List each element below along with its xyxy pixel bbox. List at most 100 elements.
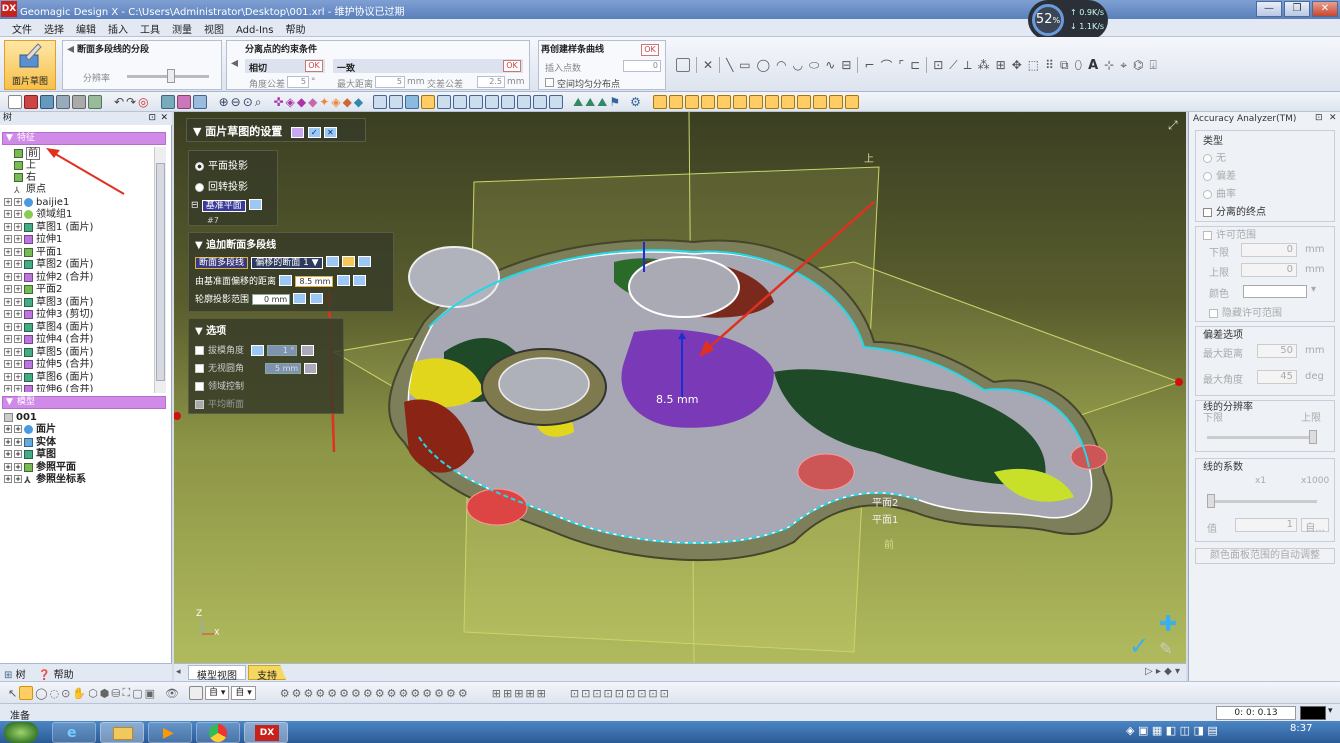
zoom-in-icon[interactable]: ⊖ (231, 95, 241, 109)
tree-item-plane1[interactable]: + + 平面1 (4, 247, 62, 259)
tabs-nav-icons[interactable]: ▷ ▸ ◆ ▾ (1145, 666, 1180, 677)
view-icon-5[interactable]: ✦ (319, 95, 329, 109)
line-count-slider[interactable] (1207, 500, 1317, 503)
maximize-button[interactable]: ❐ (1284, 1, 1310, 17)
extend-icon[interactable]: ⊡ (933, 58, 943, 72)
tab-support[interactable]: 支持 (248, 665, 286, 680)
tree-item-sketch3[interactable]: + + 草图3 (面片) (4, 297, 93, 309)
type-none-radio[interactable]: 无 (1203, 149, 1226, 164)
type-deviation-radio[interactable]: 偏差 (1203, 167, 1236, 182)
filter-tool-icon-5[interactable] (716, 95, 731, 109)
cancel-x-icon[interactable]: ✕ (323, 126, 337, 138)
filter-tool-icon-7[interactable] (748, 95, 763, 109)
select-poly-icon[interactable]: ◌ (50, 687, 60, 700)
resolution-slider-thumb[interactable] (167, 69, 175, 83)
filter-tool-icon-3[interactable] (684, 95, 699, 109)
cancel-brush-icon[interactable]: ✎ (1159, 639, 1172, 658)
tool-icon-19[interactable]: ⊞ (514, 687, 523, 700)
hide-tolerance-checkbox[interactable]: 隐藏许可范围 (1209, 304, 1282, 319)
line-resolution-slider[interactable] (1207, 436, 1317, 439)
tree-item-top[interactable]: 上 (14, 160, 36, 172)
filter-tool-icon-6[interactable] (732, 95, 747, 109)
ok-check-icon[interactable]: ✓ (307, 126, 321, 138)
max-distance-field[interactable]: 50 (1257, 344, 1297, 358)
line-icon[interactable]: ╲ (726, 58, 733, 72)
tangent-ok-button[interactable]: OK (305, 60, 323, 72)
view-icon-6[interactable]: ◈ (331, 95, 340, 109)
select-arrow-icon[interactable]: ↖ (8, 687, 17, 700)
select-fill-icon[interactable]: ⬡ (88, 687, 98, 700)
tree-item-extrude5[interactable]: + + 拉伸5 (合并) (4, 359, 93, 371)
offset-ruler-icon[interactable] (336, 275, 350, 286)
line-count-thumb[interactable] (1207, 494, 1215, 508)
model-item-solid[interactable]: + + 实体 (4, 437, 56, 449)
filter-tool-icon-1[interactable] (652, 95, 667, 109)
view-icon-3[interactable]: ◆ (297, 95, 306, 109)
rectangle-icon[interactable]: ▭ (739, 58, 750, 72)
select-mode-icon[interactable] (176, 95, 191, 109)
menu-select[interactable]: 选择 (38, 19, 70, 36)
maximize-viewport-icon[interactable]: ⤢ (1168, 118, 1178, 133)
cube-iso5-icon[interactable] (533, 95, 548, 109)
max-distance-input[interactable]: 5 (375, 76, 405, 88)
menu-view[interactable]: 视图 (198, 19, 230, 36)
dimension-icon[interactable]: ⊹ (1104, 58, 1114, 72)
tool-icon-24[interactable]: ⊡ (592, 687, 601, 700)
hole-icon[interactable]: ⬯ (1075, 58, 1083, 73)
tool-icon-3[interactable]: ⚙ (304, 687, 314, 700)
menu-edit[interactable]: 编辑 (70, 19, 102, 36)
tab-model-view[interactable]: 模型视图 (188, 665, 246, 682)
tree-item-front[interactable]: 前 (14, 147, 40, 160)
offset-section-select[interactable]: 偏移的断面 1 ▼ (251, 256, 323, 269)
undo-icon[interactable]: ↶ (114, 95, 124, 109)
cube-right-icon[interactable] (421, 95, 436, 109)
tree-item-extrude6[interactable]: + + 拉伸6 (合并) (4, 384, 93, 392)
tool-icon-23[interactable]: ⊡ (581, 687, 590, 700)
tool-icon-29[interactable]: ⊡ (648, 687, 657, 700)
selection-mode-select-2[interactable]: 自 ▾ (231, 686, 256, 700)
panel-pin-icon[interactable]: ⊡ (1315, 113, 1323, 123)
tree-item-extrude4[interactable]: + + 拉伸4 (合并) (4, 334, 93, 346)
offset-flip-icon[interactable] (279, 275, 293, 286)
constraint-icon[interactable]: ⌖ (1120, 58, 1127, 73)
minimize-button[interactable]: — (1256, 1, 1282, 17)
model-item-mesh[interactable]: + + 面片 (4, 424, 56, 436)
menu-measure[interactable]: 测量 (166, 19, 198, 36)
selection-mode-select-1[interactable]: 自 ▾ (204, 686, 230, 700)
arc2-icon[interactable]: ◡ (793, 58, 803, 72)
tool-icon-28[interactable]: ⊡ (637, 687, 646, 700)
mesh-sketch-button[interactable]: 面片草图 (4, 40, 56, 90)
separated-endpoint-checkbox[interactable]: 分离的终点 (1203, 203, 1266, 218)
tool-icon-2[interactable]: ⚙ (292, 687, 302, 700)
draft-ruler-icon[interactable] (300, 344, 314, 356)
draft-angle-input[interactable]: 1 ° (267, 345, 298, 356)
tool-icon-13[interactable]: ⚙ (422, 687, 432, 700)
draft-angle-checkbox[interactable] (195, 345, 204, 355)
cube-iso6-icon[interactable] (549, 95, 564, 109)
select-surface-icon[interactable]: ⛶ (123, 686, 131, 700)
spline-ok-button[interactable]: OK (641, 44, 659, 56)
filter-tool-icon-12[interactable] (828, 95, 843, 109)
filter-tool-icon-8[interactable] (764, 95, 779, 109)
tab-help[interactable]: ❓ 帮助 (38, 666, 74, 681)
3d-viewport[interactable]: 上 前 平面2 平面1 8.5 mm Z X ⤢ ✚ ✓ ✎ ▼ 面片草图的设置… (174, 112, 1186, 663)
confirm-check-icon[interactable]: ✓ (1129, 632, 1149, 660)
filter-tool-icon-11[interactable] (812, 95, 827, 109)
tool-icon-16[interactable]: ⚙ (458, 687, 468, 700)
tree-item-region-group[interactable]: + + 领域组1 (4, 209, 72, 221)
ignore-fillet-input[interactable]: 5 mm (265, 363, 302, 374)
tool-icon-17[interactable]: ⊞ (492, 687, 501, 700)
taskbar-explorer[interactable] (100, 722, 144, 743)
tree-item-sketch6[interactable]: + + 草图6 (面片) (4, 372, 93, 384)
tab-tree[interactable]: ⊞ 树 (4, 666, 26, 681)
tree-item-extrude3[interactable]: + + 拉伸3 (剪切) (4, 309, 93, 321)
tolerance-upper-input[interactable]: 0 (1241, 263, 1297, 277)
grid-icon[interactable]: ⠿ (1045, 58, 1054, 72)
slot-icon[interactable]: ⊟ (841, 58, 851, 72)
tool-icon-12[interactable]: ⚙ (410, 687, 420, 700)
layer-icon[interactable] (160, 95, 175, 109)
filter-icon[interactable] (192, 95, 207, 109)
tree-item-sketch4[interactable]: + + 草图4 (面片) (4, 322, 93, 334)
visibility-icon[interactable]: 👁 (165, 687, 179, 700)
add-icon[interactable]: ✚ (1159, 612, 1177, 637)
